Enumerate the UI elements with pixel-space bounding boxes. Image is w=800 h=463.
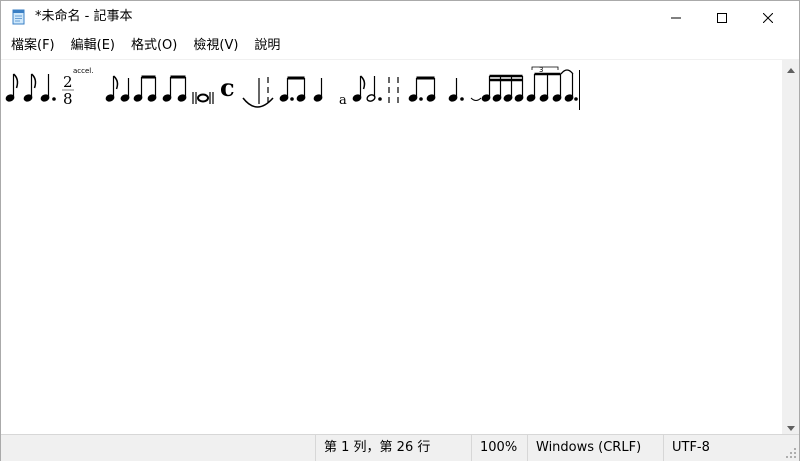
cursor-position: 第 1 列，第 26 行 [315, 435, 471, 461]
menu-edit[interactable]: 編輯(E) [63, 35, 123, 57]
common-time-symbol: c [220, 73, 235, 102]
scroll-up-button[interactable] [782, 59, 799, 76]
maximize-button[interactable] [699, 1, 745, 33]
resize-grip-icon[interactable] [785, 447, 797, 459]
menu-bar: 檔案(F) 編輯(E) 格式(O) 檢視(V) 說明 [1, 34, 800, 58]
title-bar[interactable]: *未命名 - 記事本 [1, 1, 799, 33]
minimize-icon [671, 8, 681, 27]
menu-view[interactable]: 檢視(V) [185, 35, 246, 57]
encoding: UTF-8 [663, 435, 781, 461]
window-title: *未命名 - 記事本 [35, 9, 133, 24]
close-icon [762, 8, 774, 27]
scroll-down-icon [786, 416, 795, 435]
maximize-icon [717, 8, 727, 27]
scroll-up-icon [786, 58, 795, 77]
close-button[interactable] [745, 1, 791, 33]
triplet-marker: 3 [539, 66, 543, 74]
accel-annotation: accel. [73, 67, 93, 75]
scroll-down-button[interactable] [782, 417, 799, 434]
letter-a: a [339, 93, 347, 108]
time-signature-bottom: 8 [63, 90, 73, 108]
menu-help[interactable]: 說明 [246, 35, 288, 57]
vertical-scrollbar[interactable] [782, 59, 799, 434]
minimize-button[interactable] [653, 1, 699, 33]
notepad-icon [11, 9, 27, 25]
music-notation-icon: 2 8 accel. c a 3 [5, 66, 578, 108]
notepad-window: *未命名 - 記事本 檔案(F) 編輯(E) 格式(O) 檢視(V) 說明 2 … [0, 0, 800, 461]
status-bar: 第 1 列，第 26 行 100% Windows (CRLF) UTF-8 [1, 434, 799, 461]
zoom-level: 100% [471, 435, 527, 461]
menu-format[interactable]: 格式(O) [123, 35, 185, 57]
time-signature-top: 2 [63, 73, 73, 91]
line-ending: Windows (CRLF) [527, 435, 663, 461]
text-editor[interactable]: 2 8 accel. c a 3 [1, 59, 782, 435]
menu-file[interactable]: 檔案(F) [3, 35, 63, 57]
text-caret [579, 70, 580, 110]
